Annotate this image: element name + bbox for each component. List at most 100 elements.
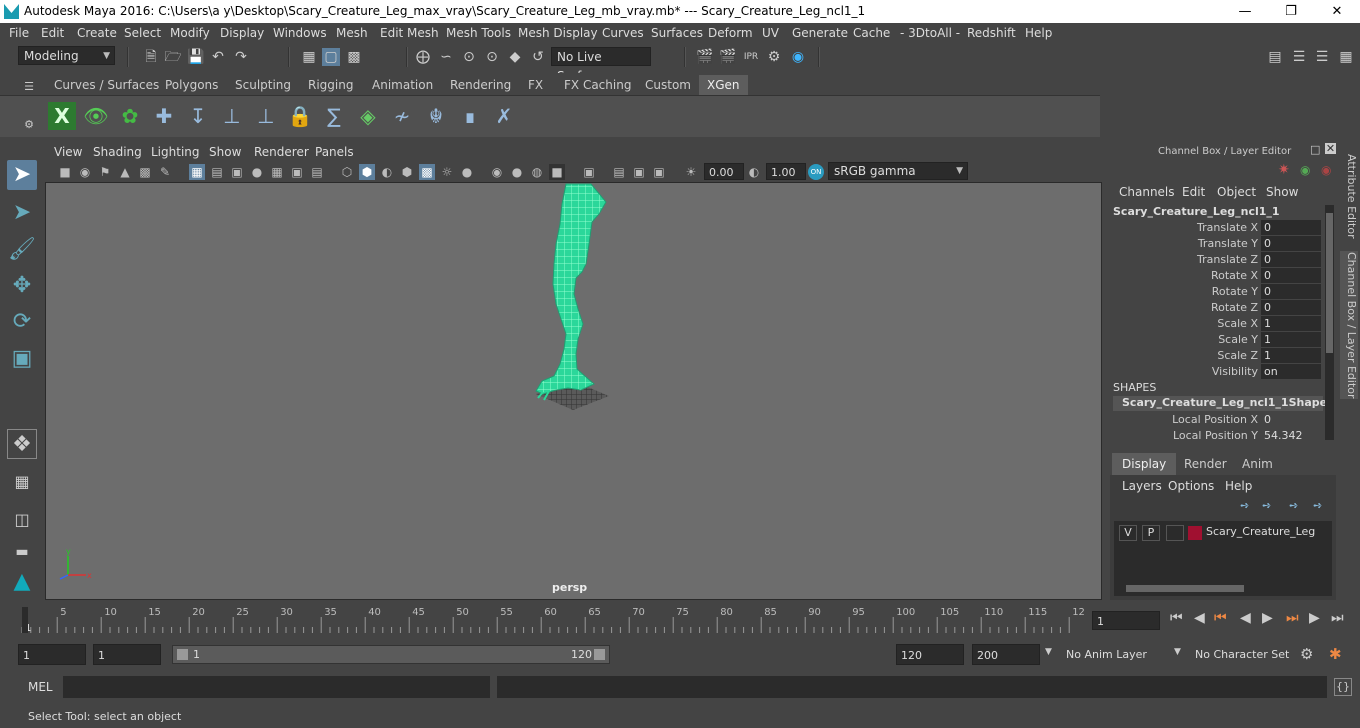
viewport-menu-show[interactable]: Show [209,145,241,159]
lasso-tool-icon[interactable]: ➤ [7,198,37,228]
xgen-groom-icon[interactable]: ∎ [456,102,484,130]
channel-local-position-x[interactable]: Local Position X0 [1111,412,1321,428]
minimize-button[interactable]: — [1222,0,1268,23]
open-scene-icon[interactable]: 🗁 [164,48,182,66]
step-forward-key-icon[interactable]: ⏭ [1286,610,1299,626]
time-slider-ruler[interactable]: 15 10 15 20 25 30 35 40 45 50 55 60 65 70 75 80 85 90 95 10… [0,603,1085,635]
move-layer-up-icon[interactable]: ➺ [1240,499,1249,512]
menu-file[interactable]: File [9,26,29,40]
layer-display-type[interactable] [1166,525,1184,541]
shelf-tab-fx-caching[interactable]: FX Caching [556,75,639,95]
viewport-persp[interactable]: y x [45,143,1102,600]
xgen-delete-icon[interactable]: ✗ [490,102,518,130]
new-layer-selected-icon[interactable]: ➺ [1313,499,1322,512]
xgen-brush-icon[interactable]: ☬ [422,102,450,130]
xray-active-icon[interactable]: ▣ [631,164,647,180]
channel-scale-z[interactable]: Scale Z1 [1111,348,1321,364]
channel-scale-y[interactable]: Scale Y1 [1111,332,1321,348]
undo-icon[interactable]: ↶ [209,48,227,66]
snap-point-icon[interactable]: ⊙ [460,48,478,66]
anim-layer-chevron-icon[interactable]: ▼ [1045,647,1052,657]
viewport-menu-lighting[interactable]: Lighting [151,145,200,159]
paint-select-tool-icon[interactable]: 🖌 [7,235,37,265]
range-slider-end-handle[interactable] [594,649,605,660]
menu-create[interactable]: Create [77,26,117,40]
shelf-tab-rigging[interactable]: Rigging [300,75,361,95]
gamma-field[interactable]: 1.00 [766,163,806,180]
layer-visibility-toggle[interactable]: V [1119,525,1137,541]
ipr-render-icon[interactable]: IPR [742,48,760,66]
cb-menu-channels[interactable]: Channels [1119,185,1175,199]
camera-attr-icon[interactable]: ◉ [77,164,93,180]
channel-rotate-z[interactable]: Rotate Z0 [1111,300,1321,316]
menu-cache[interactable]: Cache [853,26,890,40]
film-gate-icon[interactable]: ▤ [209,164,225,180]
move-tool-icon[interactable]: ✥ [7,271,37,301]
motion-blur-icon[interactable]: ● [509,164,525,180]
menu-windows[interactable]: Windows [273,26,327,40]
two-d-pan-icon[interactable]: ✎ [157,164,173,180]
smooth-shade-icon[interactable]: ⬢ [359,164,375,180]
exposure-icon[interactable]: ☀ [683,164,699,180]
anti-aliasing-icon[interactable]: ◍ [529,164,545,180]
play-forwards-icon[interactable]: ▶ [1262,610,1273,626]
rotate-tool-icon[interactable]: ⟳ [7,307,37,337]
menu-mesh-display[interactable]: Mesh Display [518,26,598,40]
layout-four-icon[interactable]: ▦ [7,467,37,497]
shelf-tab-polygons[interactable]: Polygons [157,75,226,95]
playback-start-field[interactable]: 1 [93,644,161,665]
shelf-options-icon[interactable]: ⚙ [20,116,38,134]
menu-surfaces[interactable]: Surfaces [651,26,703,40]
safe-action-icon[interactable]: ▣ [289,164,305,180]
viewport-menu-panels[interactable]: Panels [315,145,354,159]
grid-toggle-icon[interactable]: ▩ [137,164,153,180]
select-tool-icon[interactable]: ➤ [7,160,37,190]
channel-translate-x[interactable]: Translate X0 [1111,220,1321,236]
viewport-canvas[interactable]: y x [46,144,1103,601]
render-icon[interactable]: 🎬 [696,48,714,66]
anim-layer-dropdown[interactable]: No Anim Layer [1062,644,1160,665]
menu-edit-mesh[interactable]: Edit Mesh [380,26,439,40]
menu-redshift[interactable]: Redshift [967,26,1016,40]
layout-two-icon[interactable]: ◫ [7,505,37,535]
render-current-icon[interactable]: 🎬 [719,48,737,66]
layer-menu-options[interactable]: Options [1168,479,1214,493]
xgen-guide-lock-icon[interactable]: 🔒 [286,102,314,130]
xgen-preview-icon[interactable]: 👁 [82,102,110,130]
go-to-start-icon[interactable]: ⏮ [1170,610,1183,626]
cb-settings-icon[interactable]: ◉ [1300,163,1310,177]
move-layer-down-icon[interactable]: ➺ [1262,499,1271,512]
xgen-guide-visible-icon[interactable]: ⊥ [252,102,280,130]
object-name[interactable]: Scary_Creature_Leg_ncl1_1 [1113,205,1280,218]
menu-generate[interactable]: Generate [792,26,848,40]
attribute-editor-toggle-icon[interactable]: ☰ [1313,48,1331,66]
resolution-gate-icon[interactable]: ▣ [229,164,245,180]
xgen-add-guides-icon[interactable]: ✚ [150,102,178,130]
menu-help[interactable]: Help [1025,26,1052,40]
image-plane-icon[interactable]: ▲ [117,164,133,180]
shelf-tab-rendering[interactable]: Rendering [442,75,519,95]
layer-hscrollbar[interactable] [1116,583,1330,594]
auto-key-icon[interactable]: ⚙ [1300,645,1313,663]
layout-outliner-icon[interactable]: ▬ [7,537,37,567]
time-slider[interactable]: 1 5 10 15 20 25 30 35 40 45 50 55 60 65 70 75 80 85 90 95 10… [0,603,1360,635]
xgen-place-icon[interactable]: ↧ [184,102,212,130]
menu-deform[interactable]: Deform [708,26,753,40]
tool-settings-toggle-icon[interactable]: ▦ [1337,48,1355,66]
layer-tab-display[interactable]: Display [1112,453,1177,475]
go-to-end-icon[interactable]: ⏭ [1331,610,1344,626]
script-editor-icon[interactable]: {} [1334,678,1352,696]
shelf-tab-custom[interactable]: Custom [637,75,699,95]
cb-menu-show[interactable]: Show [1266,185,1298,199]
shelf-menu-icon[interactable]: ☰ [20,78,38,96]
menu-edit[interactable]: Edit [41,26,64,40]
shelf-tab-fx[interactable]: FX [520,75,551,95]
shelf-tab-curves-surfaces[interactable]: Curves / Surfaces [46,75,167,95]
wireframe-icon[interactable]: ⬡ [339,164,355,180]
maximize-button[interactable]: ❐ [1268,0,1314,23]
redo-icon[interactable]: ↷ [232,48,250,66]
character-set-chevron-icon[interactable]: ▼ [1174,647,1181,657]
channel-visibility[interactable]: Visibility on [1111,364,1321,380]
channel-box-scrollbar[interactable] [1325,205,1334,440]
layer-playback-toggle[interactable]: P [1142,525,1160,541]
